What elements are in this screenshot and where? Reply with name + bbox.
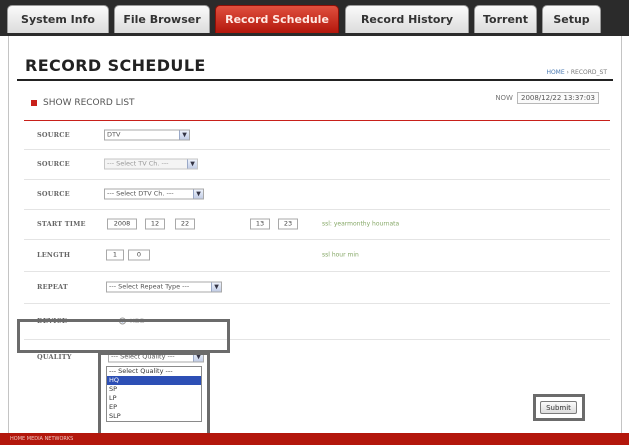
source-label: SOURCE (37, 131, 70, 139)
source-row-3: SOURCE --- Select DTV Ch. --- ▼ (24, 179, 610, 210)
dtv-channel-select-value: --- Select DTV Ch. --- (107, 189, 174, 198)
length-label: LENGTH (37, 251, 71, 259)
source-select-value: DTV (107, 130, 121, 139)
now-label: NOW (495, 94, 513, 102)
quality-highlight-box (98, 352, 210, 444)
page-title: RECORD SCHEDULE (25, 56, 206, 75)
breadcrumb-home-link[interactable]: HOME (546, 69, 564, 76)
now-indicator: NOW 2008/12/22 13:37:03 (495, 92, 599, 104)
tab-torrent[interactable]: Torrent (474, 5, 537, 33)
breadcrumb-current: › RECORD_ST (564, 69, 607, 76)
submit-highlight-box (533, 394, 585, 421)
tab-bar: System Info File Browser Record Schedule… (0, 0, 629, 36)
repeat-select-value: --- Select Repeat Type --- (109, 282, 190, 291)
now-value: 2008/12/22 13:37:03 (516, 92, 599, 104)
tab-file-browser[interactable]: File Browser (114, 5, 210, 33)
start-time-label: START TIME (37, 220, 86, 228)
tab-record-history[interactable]: Record History (345, 5, 469, 33)
dtv-channel-select[interactable]: --- Select DTV Ch. --- ▼ (104, 188, 204, 200)
chevron-down-icon: ▼ (193, 189, 203, 199)
breadcrumb: HOME › RECORD_ST (546, 69, 607, 76)
device-highlight-box (17, 319, 230, 353)
tv-channel-select-value: --- Select TV Ch. --- (107, 159, 169, 168)
start-hour-input[interactable]: 13 (250, 218, 270, 230)
source-row-2: SOURCE --- Select TV Ch. --- ▼ (24, 149, 610, 180)
start-year-input[interactable]: 2008 (107, 218, 137, 230)
source-dtv-label: SOURCE (37, 190, 70, 198)
tab-setup[interactable]: Setup (542, 5, 601, 33)
source-select[interactable]: DTV ▼ (104, 129, 190, 141)
show-record-list-link[interactable]: SHOW RECORD LIST (31, 98, 135, 108)
tab-system-info[interactable]: System Info (7, 5, 109, 33)
show-record-list-label: SHOW RECORD LIST (43, 98, 135, 108)
start-minute-input[interactable]: 23 (278, 218, 298, 230)
chevron-down-icon: ▼ (179, 130, 189, 140)
quality-label: QUALITY (37, 353, 72, 361)
start-time-hint: ssl: yearmonthy hournata (322, 220, 400, 228)
length-row: LENGTH 1 0 ssl hour min (24, 239, 610, 272)
tab-record-schedule[interactable]: Record Schedule (215, 5, 339, 33)
chevron-down-icon: ▼ (211, 282, 221, 292)
source-row-1: SOURCE DTV ▼ (24, 121, 610, 150)
length-hint: ssl hour min (322, 251, 359, 259)
length-minute-input[interactable]: 0 (128, 249, 150, 261)
red-square-icon (31, 100, 37, 106)
start-day-input[interactable]: 22 (175, 218, 195, 230)
title-divider (17, 79, 613, 81)
tv-channel-select[interactable]: --- Select TV Ch. --- ▼ (104, 158, 198, 170)
length-hour-input[interactable]: 1 (106, 249, 124, 261)
repeat-row: REPEAT --- Select Repeat Type --- ▼ (24, 271, 610, 304)
repeat-label: REPEAT (37, 283, 68, 291)
source-tv-label: SOURCE (37, 160, 70, 168)
start-time-row: START TIME 2008 12 22 13 23 ssl: yearmon… (24, 209, 610, 240)
start-month-input[interactable]: 12 (145, 218, 165, 230)
chevron-down-icon: ▼ (187, 159, 197, 169)
repeat-select[interactable]: --- Select Repeat Type --- ▼ (106, 281, 222, 293)
footer-bar: HOME MEDIA NETWORKS (0, 433, 629, 445)
